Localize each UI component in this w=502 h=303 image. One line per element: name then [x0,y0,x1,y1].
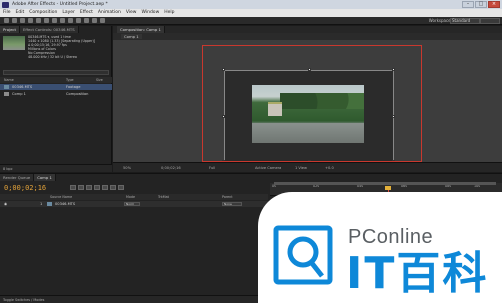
footage-icon [47,202,52,206]
project-item[interactable]: 00346.MTS Footage [0,84,112,90]
comp-sub-tab[interactable]: Comp 1 [121,34,142,39]
column-size[interactable]: Size [96,77,103,83]
tab-render-queue[interactable]: Render Queue [0,174,35,181]
camera-select[interactable]: Active Camera [255,163,281,173]
column-type[interactable]: Type [66,77,74,83]
frame-blending-icon[interactable] [94,185,100,190]
menu-help[interactable]: Help [164,9,174,17]
composition-panel: Composition: Comp 1 Comp 1 50% 0;00;02;1… [113,26,502,172]
mode-select[interactable]: Norm [124,202,140,206]
close-button[interactable]: × [488,1,500,8]
tools-bar: Workspace: Standard [0,17,502,25]
graph-editor-icon[interactable] [118,185,124,190]
watermark-slogan: IT百科 [346,248,489,299]
column-name[interactable]: Name [4,77,14,83]
motion-blur-icon[interactable] [102,185,108,190]
project-item-name: Comp 1 [12,92,26,96]
zoom-tool-icon[interactable] [20,18,25,23]
bit-depth-button[interactable]: 8 bpc [3,167,13,171]
brush-tool-icon[interactable] [76,18,81,23]
column-trkmat[interactable]: TrkMat [158,194,169,200]
pen-tool-icon[interactable] [60,18,65,23]
highlight-box [202,45,422,162]
hand-tool-icon[interactable] [12,18,17,23]
draft-3d-icon[interactable] [78,185,84,190]
minimize-button[interactable]: – [462,1,474,8]
window-title: Adobe After Effects - Untitled Project.a… [12,2,108,7]
magnification-select[interactable]: 50% [123,163,131,173]
menu-window[interactable]: Window [142,9,160,17]
footage-thumbnail [3,36,25,50]
menu-file[interactable]: File [3,9,11,17]
layer-column-header: Source Name Mode TrkMat Parent [0,194,268,200]
search-help-input[interactable] [480,18,500,24]
project-item-name: 00346.MTS [12,85,33,89]
resolution-select[interactable]: Full [209,163,215,173]
current-time-indicator-head[interactable] [385,186,391,190]
column-parent[interactable]: Parent [222,194,233,200]
layer-row[interactable]: ◉ 1 00346.MTS Norm None [0,201,268,207]
camera-tool-icon[interactable] [36,18,41,23]
watermark-brand: PConline [348,226,434,248]
tab-effect-controls[interactable]: Effect Controls: 00346.MTS [20,26,79,33]
window-title-bar: Adobe After Effects - Untitled Project.a… [0,0,502,9]
eraser-tool-icon[interactable] [92,18,97,23]
menu-bar: File Edit Composition Layer Effect Anima… [0,9,502,17]
tab-composition[interactable]: Composition: Comp 1 [117,26,165,33]
eye-icon[interactable]: ◉ [4,201,7,207]
after-effects-app-icon [2,1,9,8]
tool-icons [4,18,105,23]
brainstorm-icon[interactable] [110,185,116,190]
footage-meta-line: 48.000 kHz / 32 bit U / Stereo [28,55,77,59]
menu-composition[interactable]: Composition [29,9,57,17]
project-bottom-bar: 8 bpc [0,164,112,172]
pan-behind-tool-icon[interactable] [44,18,49,23]
timeline-timecode[interactable]: 0;00;02;16 [4,184,46,192]
project-column-header: Name Type Size [0,77,112,83]
workspace-select[interactable]: Standard [450,18,480,24]
puppet-tool-icon[interactable] [100,18,105,23]
tab-comp-timeline[interactable]: Comp 1 [34,174,56,181]
layer-name: 00346.MTS [55,202,76,206]
view-layout-select[interactable]: 1 View [295,163,307,173]
timeline-tabs: Render Queue Comp 1 [0,174,56,181]
comp-mini-flowchart-icon[interactable] [70,185,76,190]
parent-select[interactable]: None [222,202,242,206]
footage-icon [4,85,9,89]
column-source-name[interactable]: Source Name [50,194,72,200]
window-controls: – □ × [462,1,500,8]
menu-edit[interactable]: Edit [16,9,25,17]
menu-view[interactable]: View [126,9,137,17]
project-item-type: Composition [66,92,89,96]
project-item[interactable]: Comp 1 Composition [0,91,112,97]
viewer-bottom-bar: 50% 0;00;02;16 Full Active Camera 1 View… [113,162,502,172]
mask-tool-icon[interactable] [52,18,57,23]
exposure-value[interactable]: +0.0 [325,163,334,173]
menu-effect[interactable]: Effect [80,9,93,17]
pconline-logo-icon [273,225,333,285]
current-time-display[interactable]: 0;00;02;16 [161,163,181,173]
rotate-tool-icon[interactable] [28,18,33,23]
menu-animation[interactable]: Animation [98,9,121,17]
maximize-button[interactable]: □ [475,1,487,8]
menu-layer[interactable]: Layer [62,9,75,17]
project-item-type: Footage [66,85,81,89]
hide-shy-layers-icon[interactable] [86,185,92,190]
project-tabs: Project Effect Controls: 00346.MTS [0,26,79,33]
project-panel: Project Effect Controls: 00346.MTS 00346… [0,26,112,172]
composition-icon [4,92,9,96]
selection-tool-icon[interactable] [4,18,9,23]
time-navigator[interactable] [274,182,496,185]
text-tool-icon[interactable] [68,18,73,23]
timeline-switches [70,185,124,190]
column-mode[interactable]: Mode [126,194,135,200]
tab-project[interactable]: Project [0,26,20,33]
layer-index: 1 [40,202,43,206]
composition-tab-row: Composition: Comp 1 [113,26,502,33]
footage-info: 00346.MTS ▾, used 1 time 1440 x 1080 (1.… [28,35,95,59]
workspace-label: Workspace: [428,18,452,23]
clone-tool-icon[interactable] [84,18,89,23]
project-search-input[interactable] [3,70,109,75]
toggle-switches-modes[interactable]: Toggle Switches / Modes [3,298,44,302]
